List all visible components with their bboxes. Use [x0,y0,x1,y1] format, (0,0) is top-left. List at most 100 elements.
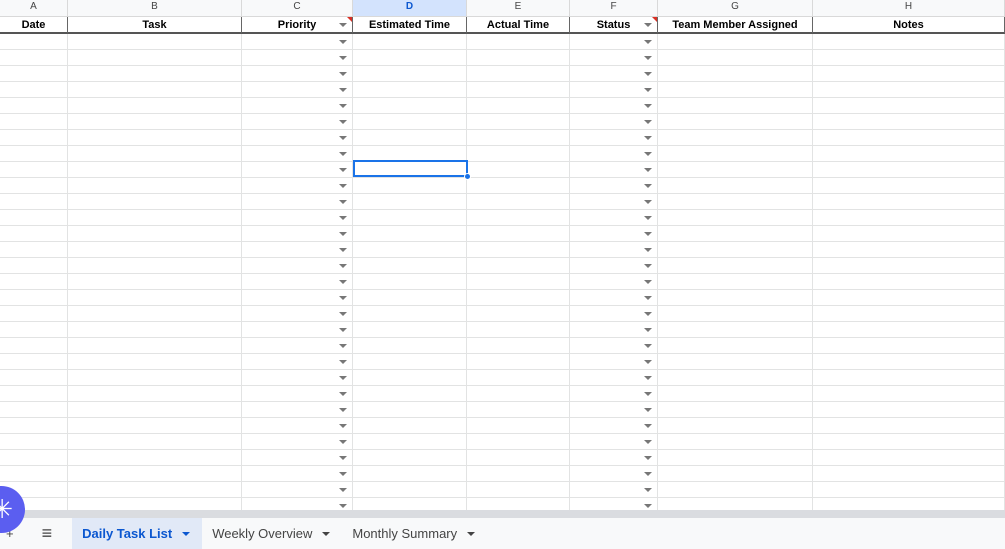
cell[interactable] [242,114,353,130]
cell[interactable] [353,194,467,210]
header-cell[interactable]: Task [68,17,242,34]
dropdown-arrow-icon[interactable] [339,216,347,220]
cell[interactable] [353,338,467,354]
cell[interactable] [0,194,68,210]
dropdown-arrow-icon[interactable] [644,408,652,412]
cell[interactable] [658,274,813,290]
dropdown-arrow-icon[interactable] [644,232,652,236]
cell[interactable] [658,34,813,50]
cell[interactable] [658,242,813,258]
cell[interactable] [353,290,467,306]
cell[interactable] [242,274,353,290]
cell[interactable] [658,162,813,178]
dropdown-arrow-icon[interactable] [644,168,652,172]
cell[interactable] [570,114,658,130]
cell[interactable] [68,130,242,146]
cell[interactable] [242,50,353,66]
cell[interactable] [467,322,570,338]
cell[interactable] [353,82,467,98]
cell[interactable] [467,274,570,290]
dropdown-arrow-icon[interactable] [339,280,347,284]
cell[interactable] [658,354,813,370]
cell[interactable] [813,370,1005,386]
cell[interactable] [0,178,68,194]
cell[interactable] [658,386,813,402]
cell[interactable] [353,386,467,402]
cell[interactable] [658,98,813,114]
cell[interactable] [242,162,353,178]
cell[interactable] [658,306,813,322]
cell[interactable] [570,98,658,114]
cell[interactable] [68,498,242,510]
cell[interactable] [68,34,242,50]
dropdown-arrow-icon[interactable] [339,456,347,460]
cell[interactable] [467,98,570,114]
dropdown-arrow-icon[interactable] [644,344,652,348]
cell[interactable] [242,146,353,162]
cell[interactable] [658,50,813,66]
cell[interactable] [467,114,570,130]
fill-handle[interactable] [464,173,471,180]
dropdown-arrow-icon[interactable] [339,232,347,236]
cell[interactable] [353,130,467,146]
cell[interactable] [0,146,68,162]
cell[interactable] [353,98,467,114]
column-header-G[interactable]: G [658,0,813,17]
cell[interactable] [570,482,658,498]
cell[interactable] [658,450,813,466]
cell[interactable] [242,34,353,50]
cell[interactable] [467,178,570,194]
cell[interactable] [68,66,242,82]
cell[interactable] [68,82,242,98]
dropdown-arrow-icon[interactable] [644,152,652,156]
dropdown-arrow-icon[interactable] [339,312,347,316]
dropdown-arrow-icon[interactable] [339,248,347,252]
cell[interactable] [658,322,813,338]
cell[interactable] [0,450,68,466]
dropdown-arrow-icon[interactable] [644,504,652,508]
cell[interactable] [68,338,242,354]
cell[interactable] [353,418,467,434]
cell[interactable] [68,242,242,258]
cell[interactable] [242,402,353,418]
cell[interactable] [570,338,658,354]
cell[interactable] [813,386,1005,402]
dropdown-arrow-icon[interactable] [644,424,652,428]
dropdown-arrow-icon[interactable] [644,23,652,27]
cell[interactable] [467,130,570,146]
cell[interactable] [570,258,658,274]
cell[interactable] [570,402,658,418]
column-header-F[interactable]: F [570,0,658,17]
cell[interactable] [467,34,570,50]
cell[interactable] [242,98,353,114]
cell[interactable] [467,258,570,274]
cell[interactable] [0,306,68,322]
cell[interactable] [570,34,658,50]
cell[interactable] [0,338,68,354]
cell[interactable] [0,130,68,146]
dropdown-arrow-icon[interactable] [644,88,652,92]
dropdown-arrow-icon[interactable] [339,296,347,300]
cell[interactable] [813,114,1005,130]
cell[interactable] [813,258,1005,274]
cell[interactable] [570,210,658,226]
cell[interactable] [813,418,1005,434]
dropdown-arrow-icon[interactable] [644,440,652,444]
cell[interactable] [0,466,68,482]
cell[interactable] [0,258,68,274]
cell[interactable] [813,498,1005,510]
cell[interactable] [467,82,570,98]
header-cell[interactable]: Team Member Assigned [658,17,813,34]
cell[interactable] [467,498,570,510]
cell[interactable] [570,418,658,434]
dropdown-arrow-icon[interactable] [644,136,652,140]
cell[interactable] [813,178,1005,194]
cell[interactable] [68,386,242,402]
all-sheets-menu-button[interactable]: ≡ [24,518,73,549]
cell[interactable] [813,194,1005,210]
cell[interactable] [242,194,353,210]
cell[interactable] [353,242,467,258]
cell[interactable] [570,194,658,210]
spreadsheet-grid[interactable]: A B C D E F G H Date Task Priority Estimated Time Ac… [0,0,1005,510]
dropdown-arrow-icon[interactable] [644,40,652,44]
